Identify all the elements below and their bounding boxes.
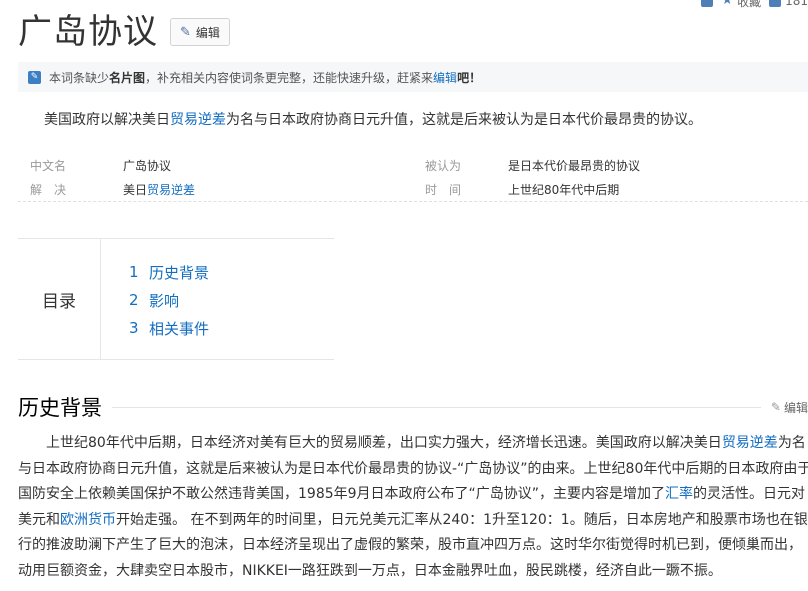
paragraph-exchange-rate-link[interactable]: 汇率 [665, 486, 693, 502]
info-value-resolve: 美日贸易逆差 [123, 181, 413, 198]
notice-text-1: 本词条缺少 [49, 70, 110, 85]
pencil-icon: ✎ [770, 400, 781, 414]
basic-info-divider [18, 201, 808, 202]
paragraph-line: 行的推波助澜下产生了巨大的泡沫，日本经济呈现出了虚假的繁荣，股市直冲四万点。这时… [18, 537, 802, 553]
section-header: 历史背景 ✎ 编辑 [18, 392, 808, 422]
collect-label: 收藏 [737, 0, 762, 9]
paragraph-text: 的灵活性。日元对 [693, 486, 806, 502]
paragraph-line: 动用巨额资金，大肆卖空日本股市，NIKKEI一路狂跌到一万点，日本金融界吐血，股… [18, 562, 722, 579]
toc-item-impact[interactable]: 2 影响 [129, 286, 209, 314]
info-label-chinese-name: 中文名 [30, 158, 67, 173]
info-value-chinese-name: 广岛协议 [123, 158, 172, 173]
toc-item-related-events[interactable]: 3 相关事件 [129, 314, 209, 342]
toc-item-text: 相关事件 [149, 319, 210, 338]
pencil-icon: ✎ [180, 24, 191, 40]
toc-item-text: 历史背景 [149, 263, 210, 282]
toc-item-history[interactable]: 1 历史背景 [129, 258, 209, 286]
info-trade-deficit-link[interactable]: 贸易逆差 [147, 183, 195, 197]
title-row: 广岛协议 ✎ 编辑 [18, 10, 230, 54]
star-icon: ★ [721, 0, 734, 8]
paragraph-text: 上世纪80年代中后期，日本经济对美有巨大的贸易顺差，出口实力强大，经济增长迅速。… [46, 435, 722, 451]
section-paragraph: 上世纪80年代中后期，日本经济对美有巨大的贸易顺差，出口实力强大，经济增长迅速。… [18, 431, 808, 584]
info-label-resolve: 解 决 [30, 182, 67, 197]
info-value-time: 上世纪80年代中后期 [508, 182, 620, 197]
paragraph-text: 美元和 [18, 511, 60, 528]
toc-item-number: 3 [129, 319, 139, 337]
paragraph-text: 为名 [777, 435, 806, 451]
basic-info-row: 中文名 广岛协议 被认为 是日本代价最昂贵的协议 [18, 153, 808, 177]
paragraph-line: 与日本政府协商日元升值，这就是后来被认为是日本代价最昂贵的协议-“广岛协议”的由… [18, 460, 808, 477]
collect-button[interactable]: ★ 收藏 [721, 0, 762, 9]
notice-edit-link[interactable]: 编辑 [433, 69, 457, 86]
share-count: 181 [785, 0, 808, 8]
section-title: 历史背景 [18, 396, 102, 420]
summary-text-1: 美国政府以解决美日 [44, 112, 170, 128]
share-tool[interactable] [701, 0, 714, 8]
paragraph-euro-currency-link[interactable]: 欧洲货币 [60, 512, 116, 528]
edit-label: 编辑 [195, 25, 220, 40]
edit-note-icon: ✎ [28, 70, 41, 84]
info-label-considered: 被认为 [425, 158, 462, 173]
notice-bar: ✎ 本词条缺少 名片图 ，补充相关内容使词条更完整，还能快速升级，赶紧来 编辑 吧！ [18, 62, 808, 92]
summary-trade-deficit-link[interactable]: 贸易逆差 [170, 112, 226, 128]
summary: 美国政府以解决美日贸易逆差为名与日本政府协商日元升值，这就是后来被认为是日本代价… [44, 109, 702, 129]
paragraph-line: 上世纪80年代中后期，日本经济对美有巨大的贸易顺差，出口实力强大，经济增长迅速。… [18, 431, 808, 457]
toc-item-number: 2 [129, 291, 139, 309]
summary-text-2: 为名与日本政府协商日元升值，这就是后来被认为是日本代价最昂贵的协议。 [226, 112, 702, 128]
paragraph-trade-deficit-link[interactable]: 贸易逆差 [722, 435, 778, 451]
section-edit-button[interactable]: ✎ 编辑 [771, 399, 808, 416]
table-of-contents: 目录 1 历史背景 2 影响 3 相关事件 [18, 238, 334, 360]
toc-label: 目录 [18, 239, 101, 359]
share-icon [701, 0, 714, 7]
page-title: 广岛协议 [18, 12, 158, 52]
toc-list: 1 历史背景 2 影响 3 相关事件 [101, 239, 209, 359]
toc-item-number: 1 [129, 263, 139, 281]
basic-info: 中文名 广岛协议 被认为 是日本代价最昂贵的协议 解 决 美日贸易逆差 时 间 … [18, 153, 808, 202]
share-count-icon [769, 0, 782, 7]
info-label-time: 时 间 [425, 182, 462, 197]
info-value-resolve-pre: 美日 [123, 182, 148, 197]
basic-info-row: 解 决 美日贸易逆差 时 间 上世纪80年代中后期 [18, 177, 808, 201]
paragraph-text: 开始走强。 在不到两年的时间里，日元兑美元汇率从240：1升至120：1。随后，… [116, 511, 808, 528]
info-value-considered: 是日本代价最昂贵的协议 [508, 158, 641, 173]
toc-item-text: 影响 [149, 291, 180, 310]
notice-text-3: 吧！ [457, 70, 482, 85]
notice-bold: 名片图 [109, 70, 146, 85]
edit-button[interactable]: ✎ 编辑 [170, 18, 230, 46]
share-count-button[interactable]: 181 [769, 0, 808, 8]
section-divider [112, 406, 761, 408]
paragraph-line: 国防安全上依赖美国保护不敢公然违背美国，1985年9月日本政府公布了“广岛协议”… [18, 482, 808, 508]
paragraph-line: 美元和欧洲货币开始走强。 在不到两年的时间里，日元兑美元汇率从240：1升至12… [18, 508, 808, 534]
top-toolbar: ★ 收藏 181 [701, 0, 808, 9]
notice-text-2: ，补充相关内容使词条更完整，还能快速升级，赶紧来 [145, 70, 434, 85]
paragraph-text: 国防安全上依赖美国保护不敢公然违背美国，1985年9月日本政府公布了“广岛协议”… [18, 486, 666, 502]
section-edit-label: 编辑 [783, 400, 808, 415]
